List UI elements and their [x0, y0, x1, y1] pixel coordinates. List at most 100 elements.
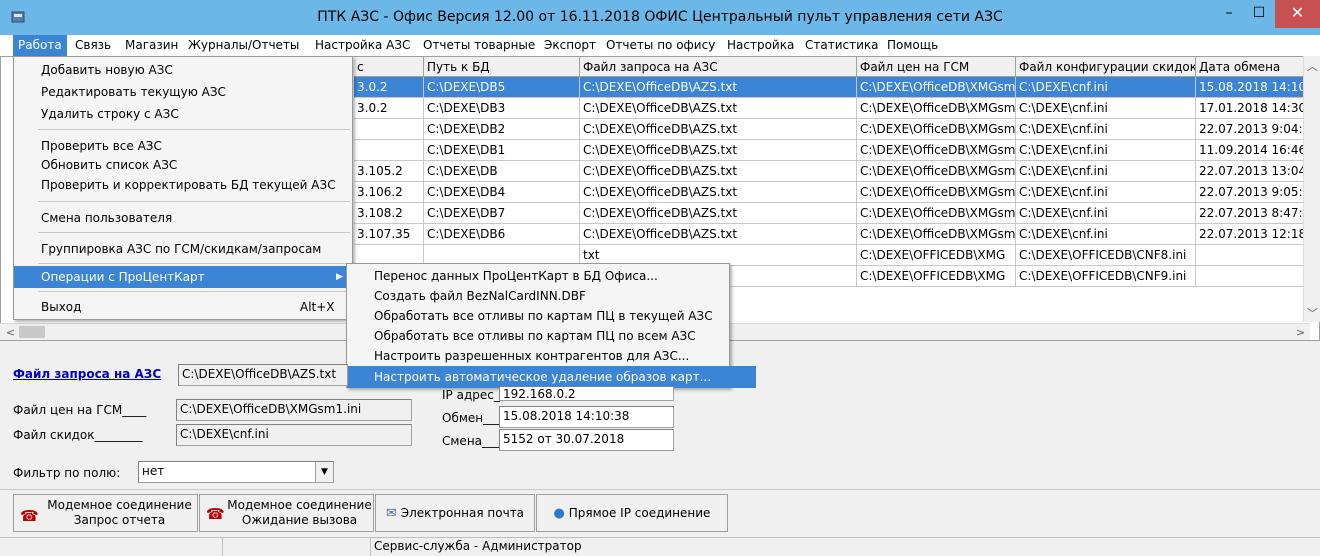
menu-station-settings[interactable]: Настройка АЗС — [310, 35, 415, 56]
grid-cell[interactable]: C:\DEXE\OFFICEDB\XMG — [857, 266, 1016, 287]
grid-cell[interactable]: C:\DEXE\DB2 — [424, 119, 580, 140]
menu-item-edit-station[interactable]: Редактировать текущую АЗС — [14, 81, 379, 103]
scroll-thumb[interactable] — [19, 326, 45, 338]
column-header[interactable]: Файл цен на ГСМ — [857, 57, 1016, 77]
grid-cell[interactable]: C:\DEXE\cnf.ini — [1016, 224, 1196, 245]
grid-cell[interactable]: C:\DEXE\DB6 — [424, 224, 580, 245]
scroll-up-icon[interactable]: ︿ — [1304, 58, 1320, 75]
grid-cell[interactable]: C:\DEXE\OfficeDB\AZS.txt — [580, 161, 857, 182]
menu-journals-reports[interactable]: Журналы/Отчеты — [183, 35, 304, 56]
column-header[interactable]: Файл запроса на АЗС — [580, 57, 857, 77]
grid-cell[interactable] — [1196, 245, 1304, 266]
menu-settings[interactable]: Настройка — [722, 35, 799, 56]
grid-cell[interactable]: C:\DEXE\cnf.ini — [1016, 77, 1196, 98]
menu-statistics[interactable]: Статистика — [800, 35, 884, 56]
grid-cell[interactable]: C:\DEXE\DB3 — [424, 98, 580, 119]
menu-office-reports[interactable]: Отчеты по офису — [601, 35, 720, 56]
menu-item-refresh-list[interactable]: Обновить список АЗС — [14, 154, 379, 176]
shift-field[interactable]: 5152 от 30.07.2018 — [499, 429, 674, 451]
grid-cell[interactable]: C:\DEXE\OfficeDB\XMGsm — [857, 140, 1016, 161]
grid-cell[interactable]: C:\DEXE\OfficeDB\XMGsm — [857, 77, 1016, 98]
dropdown-arrow-icon[interactable]: ▼ — [315, 462, 333, 482]
grid-cell[interactable]: 22.07.2013 12:18 — [1196, 224, 1304, 245]
filter-select[interactable]: нет ▼ — [138, 461, 334, 483]
menu-item-exit[interactable]: Выход Alt+X — [14, 296, 379, 318]
grid-cell[interactable]: C:\DEXE\cnf.ini — [1016, 140, 1196, 161]
grid-cell[interactable]: C:\DEXE\OfficeDB\AZS.txt — [580, 224, 857, 245]
menu-item-switch-user[interactable]: Смена пользователя — [14, 207, 379, 229]
grid-cell[interactable] — [1196, 266, 1304, 287]
grid-cell[interactable]: C:\DEXE\OfficeDB\XMGsm — [857, 119, 1016, 140]
grid-cell[interactable]: 15.08.2018 14:10 — [1196, 77, 1304, 98]
grid-cell[interactable]: C:\DEXE\OfficeDB\AZS.txt — [580, 77, 857, 98]
scroll-right-icon[interactable]: > — [1292, 324, 1309, 341]
grid-cell[interactable]: C:\DEXE\OfficeDB\XMGsm — [857, 224, 1016, 245]
column-header[interactable]: Дата обмена — [1196, 57, 1304, 77]
close-button[interactable]: ✕ — [1275, 0, 1320, 28]
submenu-item-process-all[interactable]: Обработать все отливы по картам ПЦ по вс… — [347, 325, 756, 347]
modem-wait-button[interactable]: ☎ Модемное соединение Ожидание вызова — [199, 494, 374, 532]
scroll-down-icon[interactable]: ﹀ — [1304, 305, 1320, 322]
grid-cell[interactable]: C:\DEXE\OfficeDB\XMGsm — [857, 98, 1016, 119]
request-file-link[interactable]: Файл запроса на АЗС — [13, 367, 161, 381]
vertical-scrollbar[interactable]: ︿ ﹀ — [1303, 56, 1320, 322]
submenu-item-transfer-data[interactable]: Перенос данных ПроЦентКарт в БД Офиса... — [347, 265, 756, 287]
grid-cell[interactable]: C:\DEXE\DB5 — [424, 77, 580, 98]
menu-item-grouping[interactable]: Группировка АЗС по ГСМ/скидкам/запросам — [14, 238, 379, 260]
prices-file-field[interactable]: C:\DEXE\OfficeDB\XMGsm1.ini — [176, 399, 412, 421]
request-file-field[interactable]: C:\DEXE\OfficeDB\AZS.txt — [178, 364, 348, 386]
menu-shop[interactable]: Магазин — [120, 35, 183, 56]
grid-cell[interactable]: C:\DEXE\OfficeDB\XMGsm — [857, 182, 1016, 203]
menu-item-delete-station[interactable]: Удалить строку с АЗС — [14, 103, 379, 125]
grid-cell[interactable]: C:\DEXE\DB7 — [424, 203, 580, 224]
exchange-field[interactable]: 15.08.2018 14:10:38 — [499, 406, 674, 428]
modem-request-button[interactable]: ☎ Модемное соединение Запрос отчета — [13, 494, 198, 532]
button-label: Электронная почта — [400, 506, 525, 520]
grid-cell[interactable]: C:\DEXE\cnf.ini — [1016, 203, 1196, 224]
submenu-item-auto-delete-cards[interactable]: Настроить автоматическое удаление образо… — [347, 366, 756, 388]
menu-work[interactable]: Работа — [13, 35, 67, 56]
menu-item-check-db[interactable]: Проверить и корректировать БД текущей АЗ… — [14, 174, 379, 196]
grid-cell[interactable]: C:\DEXE\OFFICEDB\CNF8.ini — [1016, 245, 1196, 266]
submenu-item-process-current[interactable]: Обработать все отливы по картам ПЦ в тек… — [347, 305, 756, 327]
grid-cell[interactable]: C:\DEXE\OfficeDB\XMGsm — [857, 161, 1016, 182]
minimize-button[interactable]: – — [1214, 0, 1244, 28]
grid-cell[interactable]: C:\DEXE\OFFICEDB\CNF9.ini — [1016, 266, 1196, 287]
grid-cell[interactable]: 11.09.2014 16:46 — [1196, 140, 1304, 161]
menu-goods-reports[interactable]: Отчеты товарные — [418, 35, 540, 56]
grid-cell[interactable]: 22.07.2013 9:05:4 — [1196, 182, 1304, 203]
menu-help[interactable]: Помощь — [882, 35, 943, 56]
grid-cell[interactable]: C:\DEXE\OfficeDB\XMGsm — [857, 203, 1016, 224]
menu-export[interactable]: Экспорт — [539, 35, 601, 56]
ip-field[interactable]: 192.168.0.2 — [499, 386, 674, 401]
column-header[interactable]: Путь к БД — [424, 57, 580, 77]
grid-cell[interactable]: C:\DEXE\DB4 — [424, 182, 580, 203]
grid-cell[interactable]: C:\DEXE\DB — [424, 161, 580, 182]
grid-cell[interactable]: 22.07.2013 9:04:5 — [1196, 119, 1304, 140]
grid-cell[interactable]: C:\DEXE\cnf.ini — [1016, 161, 1196, 182]
grid-cell[interactable]: 22.07.2013 13:04 — [1196, 161, 1304, 182]
grid-cell[interactable]: C:\DEXE\cnf.ini — [1016, 119, 1196, 140]
grid-cell[interactable]: C:\DEXE\OFFICEDB\XMG — [857, 245, 1016, 266]
grid-cell[interactable]: C:\DEXE\OfficeDB\AZS.txt — [580, 140, 857, 161]
submenu-item-create-dbf[interactable]: Создать файл BezNalCardINN.DBF — [347, 285, 756, 307]
submenu-item-allowed-contractors[interactable]: Настроить разрешенных контрагентов для А… — [347, 345, 756, 367]
menu-item-add-station[interactable]: Добавить новую АЗС — [14, 59, 379, 81]
email-button[interactable]: ✉ Электронная почта — [375, 494, 535, 532]
grid-cell[interactable]: C:\DEXE\DB1 — [424, 140, 580, 161]
grid-cell[interactable]: C:\DEXE\OfficeDB\AZS.txt — [580, 119, 857, 140]
grid-cell[interactable]: C:\DEXE\OfficeDB\AZS.txt — [580, 203, 857, 224]
grid-cell[interactable]: C:\DEXE\cnf.ini — [1016, 182, 1196, 203]
maximize-button[interactable]: ☐ — [1244, 0, 1274, 28]
menu-connection[interactable]: Связь — [70, 35, 116, 56]
column-header[interactable]: Файл конфигурации скидок — [1016, 57, 1196, 77]
grid-cell[interactable]: 22.07.2013 8:47:2 — [1196, 203, 1304, 224]
grid-cell[interactable]: C:\DEXE\cnf.ini — [1016, 98, 1196, 119]
direct-ip-button[interactable]: ● Прямое IP соединение — [536, 494, 728, 532]
discounts-file-field[interactable]: C:\DEXE\cnf.ini — [176, 424, 412, 446]
grid-cell[interactable]: C:\DEXE\OfficeDB\AZS.txt — [580, 98, 857, 119]
menu-item-procentcard-ops[interactable]: Операции с ПроЦентКарт ▶ — [14, 266, 379, 288]
grid-cell[interactable]: C:\DEXE\OfficeDB\AZS.txt — [580, 182, 857, 203]
grid-cell[interactable]: 17.01.2018 14:30 — [1196, 98, 1304, 119]
scroll-left-icon[interactable]: < — [2, 324, 19, 341]
